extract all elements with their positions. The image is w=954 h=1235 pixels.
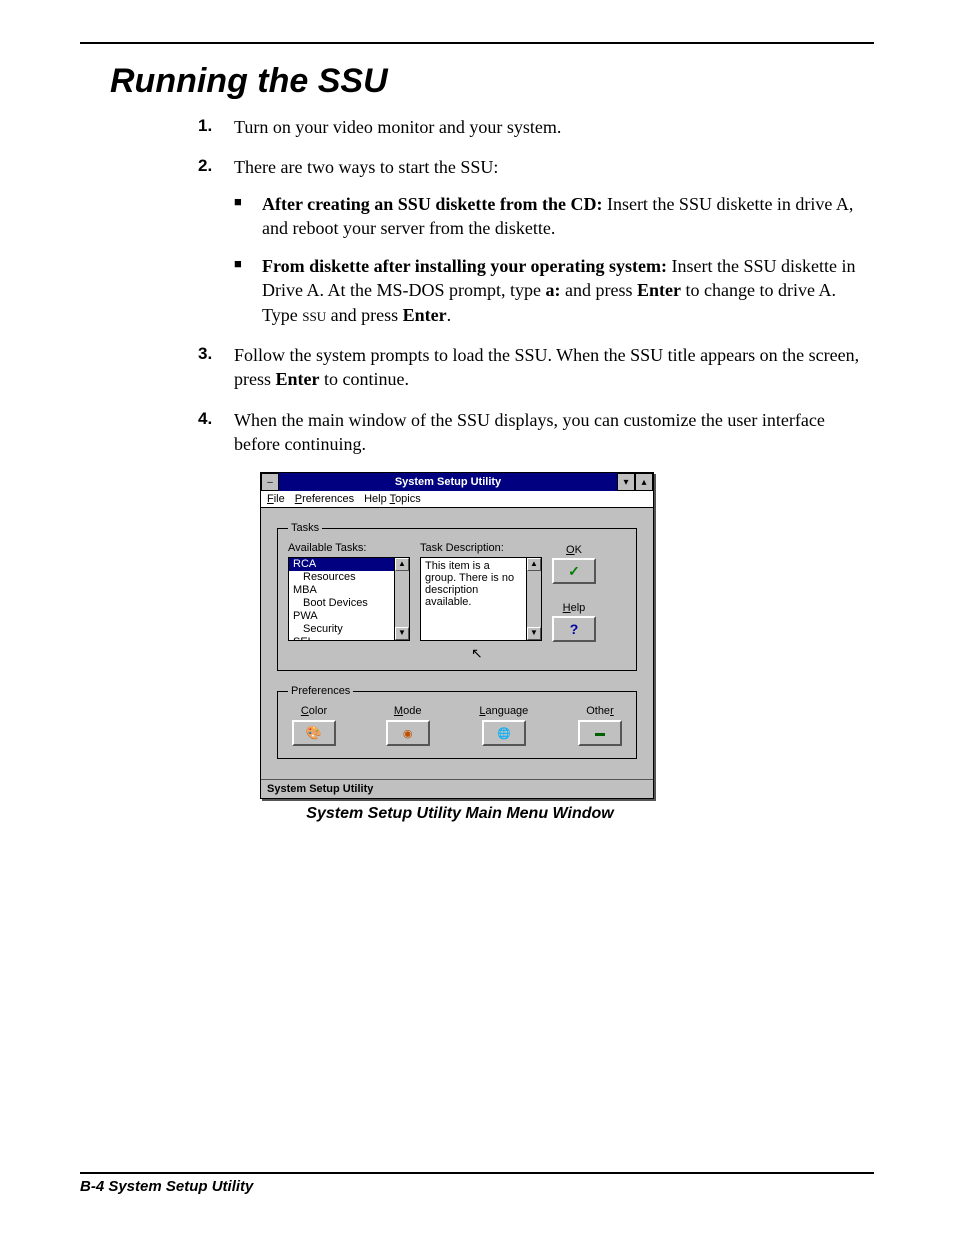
titlebar: – System Setup Utility ▾ ▴ bbox=[261, 473, 653, 491]
mode-button[interactable]: ◉ bbox=[386, 720, 430, 746]
available-tasks-column: Available Tasks: RCA Resources MBA Boot … bbox=[288, 542, 410, 641]
color-button[interactable]: 🎨 bbox=[292, 720, 336, 746]
menu-preferences[interactable]: Preferences bbox=[295, 493, 354, 505]
language-button[interactable]: 🌐 bbox=[482, 720, 526, 746]
bullet-diskette: From diskette after installing your oper… bbox=[234, 254, 874, 327]
tasks-group: Tasks Available Tasks: RCA Resources MBA… bbox=[277, 522, 637, 671]
top-rule bbox=[80, 42, 874, 44]
menu-file[interactable]: File bbox=[267, 493, 285, 505]
figure: – System Setup Utility ▾ ▴ File Preferen… bbox=[260, 472, 660, 823]
scroll-up-icon[interactable]: ▲ bbox=[527, 558, 541, 571]
tasks-scrollbar[interactable]: ▲ ▼ bbox=[394, 558, 409, 640]
ok-group: OK ✓ bbox=[552, 544, 596, 584]
footer-rule bbox=[80, 1172, 874, 1174]
list-item-boot[interactable]: Boot Devices bbox=[289, 597, 395, 610]
list-item-security[interactable]: Security bbox=[289, 623, 395, 636]
preferences-group: Preferences Color 🎨 Mode ◉ Language 🌐 bbox=[277, 685, 637, 759]
available-tasks-listbox[interactable]: RCA Resources MBA Boot Devices PWA Secur… bbox=[288, 557, 410, 641]
task-description-box: This item is a group. There is no descri… bbox=[420, 557, 542, 641]
bullet-diskette-bold: From diskette after installing your oper… bbox=[262, 256, 667, 276]
scroll-down-icon[interactable]: ▼ bbox=[395, 627, 409, 640]
client-area: Tasks Available Tasks: RCA Resources MBA… bbox=[261, 508, 653, 779]
pref-language: Language 🌐 bbox=[479, 705, 528, 746]
task-description-label: Task Description: bbox=[420, 542, 542, 554]
preferences-legend: Preferences bbox=[288, 685, 353, 697]
list-item-sel[interactable]: SEL bbox=[289, 636, 395, 640]
step-1-text: Turn on your video monitor and your syst… bbox=[234, 117, 561, 137]
pref-mode: Mode ◉ bbox=[386, 705, 430, 746]
action-buttons: OK ✓ Help ? bbox=[552, 544, 596, 642]
step-1: Turn on your video monitor and your syst… bbox=[198, 115, 874, 139]
available-tasks-label: Available Tasks: bbox=[288, 542, 410, 554]
status-bar: System Setup Utility bbox=[261, 779, 653, 798]
list-item-rca[interactable]: RCA bbox=[289, 558, 395, 571]
menu-help-topics[interactable]: Help Topics bbox=[364, 493, 421, 505]
figure-caption: System Setup Utility Main Menu Window bbox=[260, 805, 660, 823]
menubar: File Preferences Help Topics bbox=[261, 491, 653, 508]
list-item-resources[interactable]: Resources bbox=[289, 571, 395, 584]
footer-text: B-4 System Setup Utility bbox=[80, 1178, 874, 1195]
list-item-mba[interactable]: MBA bbox=[289, 584, 395, 597]
globe-icon: 🌐 bbox=[497, 727, 511, 740]
ssu-window: – System Setup Utility ▾ ▴ File Preferen… bbox=[260, 472, 654, 799]
minimize-button[interactable]: ▾ bbox=[617, 473, 635, 491]
scroll-down-icon[interactable]: ▼ bbox=[527, 627, 541, 640]
other-icon: ▬ bbox=[595, 728, 605, 739]
step-3: Follow the system prompts to load the SS… bbox=[198, 343, 874, 392]
tasks-legend: Tasks bbox=[288, 522, 322, 534]
step-2-bullets: After creating an SSU diskette from the … bbox=[234, 192, 874, 327]
scroll-up-icon[interactable]: ▲ bbox=[395, 558, 409, 571]
task-description-column: Task Description: This item is a group. … bbox=[420, 542, 542, 658]
desc-scrollbar[interactable]: ▲ ▼ bbox=[526, 558, 541, 640]
list-item-pwa[interactable]: PWA bbox=[289, 610, 395, 623]
pref-color: Color 🎨 bbox=[292, 705, 336, 746]
task-description-text: This item is a group. There is no descri… bbox=[421, 558, 527, 640]
help-group: Help ? bbox=[552, 602, 596, 642]
pref-other: Other ▬ bbox=[578, 705, 622, 746]
palette-icon: 🎨 bbox=[306, 725, 322, 741]
ok-button[interactable]: ✓ bbox=[552, 558, 596, 584]
step-2-intro: There are two ways to start the SSU: bbox=[234, 157, 498, 177]
step-4: When the main window of the SSU displays… bbox=[198, 408, 874, 457]
bullet-cd: After creating an SSU diskette from the … bbox=[234, 192, 874, 241]
window-title: System Setup Utility bbox=[279, 473, 617, 491]
bullet-cd-bold: After creating an SSU diskette from the … bbox=[262, 194, 602, 214]
mode-icon: ◉ bbox=[403, 727, 413, 740]
steps-list: Turn on your video monitor and your syst… bbox=[198, 115, 874, 456]
other-button[interactable]: ▬ bbox=[578, 720, 622, 746]
help-button[interactable]: ? bbox=[552, 616, 596, 642]
step-2: There are two ways to start the SSU: Aft… bbox=[198, 155, 874, 327]
page-heading: Running the SSU bbox=[110, 62, 874, 101]
cursor-icon: ↖ bbox=[471, 645, 593, 662]
system-menu-icon[interactable]: – bbox=[261, 473, 279, 491]
maximize-button[interactable]: ▴ bbox=[635, 473, 653, 491]
page-footer: B-4 System Setup Utility bbox=[80, 1172, 874, 1195]
